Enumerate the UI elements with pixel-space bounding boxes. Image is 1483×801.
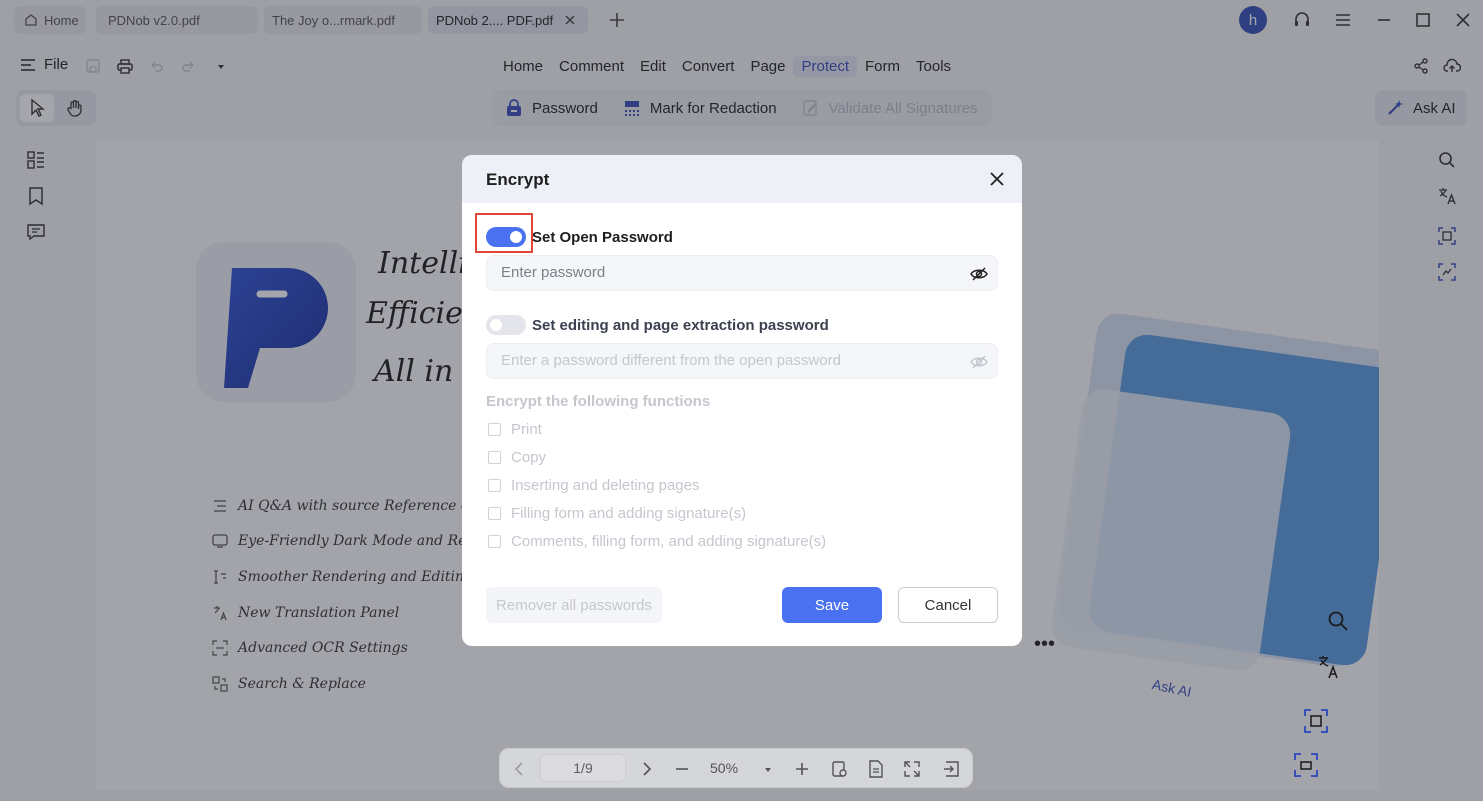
checkbox[interactable] (488, 479, 501, 492)
doc-search-icon (1328, 611, 1348, 631)
edit-password-toggle[interactable] (486, 315, 526, 335)
page-number-input[interactable]: 1/9 (540, 754, 626, 782)
option-label: Print (511, 421, 542, 438)
function-option[interactable]: Filling form and adding signature(s) (488, 505, 746, 522)
close-icon[interactable] (988, 170, 1006, 188)
option-label: Comments, filling form, and adding signa… (511, 533, 827, 550)
checkbox[interactable] (488, 535, 501, 548)
fullscreen-icon[interactable] (902, 759, 922, 779)
function-option[interactable]: Comments, filling form, and adding signa… (488, 533, 826, 550)
dialog-header: Encrypt (462, 155, 1022, 203)
checkbox[interactable] (488, 423, 501, 436)
zoom-out-icon[interactable] (672, 759, 692, 779)
zoom-level[interactable]: 50% (710, 760, 738, 776)
next-page-icon[interactable] (636, 759, 656, 779)
remove-all-label: Remover all passwords (496, 596, 652, 614)
edit-password-input[interactable] (501, 352, 941, 369)
option-label: Filling form and adding signature(s) (511, 505, 747, 522)
fit-page-icon[interactable] (830, 759, 850, 779)
open-password-input[interactable] (501, 264, 941, 281)
option-label: Copy (511, 449, 547, 466)
single-page-icon[interactable] (866, 759, 886, 779)
option-label: Inserting and deleting pages (511, 477, 700, 494)
zoom-dropdown-icon[interactable] (758, 759, 778, 779)
edit-password-field (486, 343, 998, 379)
page-number: 1/9 (573, 760, 593, 776)
open-password-toggle[interactable] (486, 227, 526, 247)
open-password-field (486, 255, 998, 291)
encrypt-dialog: Encrypt Set Open Password Set editing an… (462, 155, 1022, 646)
save-button[interactable]: Save (782, 587, 882, 623)
eye-off-icon[interactable] (969, 264, 989, 284)
dialog-title: Encrypt (486, 170, 550, 189)
checkbox[interactable] (488, 451, 501, 464)
zoom-in-icon[interactable] (792, 759, 812, 779)
prev-page-icon[interactable] (510, 759, 530, 779)
page-navigation-bar: 1/9 50% (499, 748, 973, 788)
eye-off-icon[interactable] (969, 352, 989, 372)
cancel-label: Cancel (924, 596, 972, 614)
collapse-panel-icon[interactable] (942, 759, 962, 779)
toggle-knob (490, 319, 502, 331)
doc-screenshot-icon (1294, 753, 1318, 777)
doc-translate-icon (1319, 656, 1338, 679)
checkbox[interactable] (488, 507, 501, 520)
edit-password-label: Set editing and page extraction password (532, 317, 829, 334)
open-password-label: Set Open Password (532, 229, 673, 246)
cancel-button[interactable]: Cancel (898, 587, 998, 623)
save-label: Save (814, 596, 850, 614)
toggle-knob (510, 231, 522, 243)
function-option[interactable]: Inserting and deleting pages (488, 477, 699, 494)
function-option[interactable]: Print (488, 421, 542, 438)
remove-all-passwords-button[interactable]: Remover all passwords (486, 587, 662, 623)
function-option[interactable]: Copy (488, 449, 546, 466)
doc-ocr-icon (1304, 709, 1328, 733)
functions-title: Encrypt the following functions (486, 393, 711, 410)
